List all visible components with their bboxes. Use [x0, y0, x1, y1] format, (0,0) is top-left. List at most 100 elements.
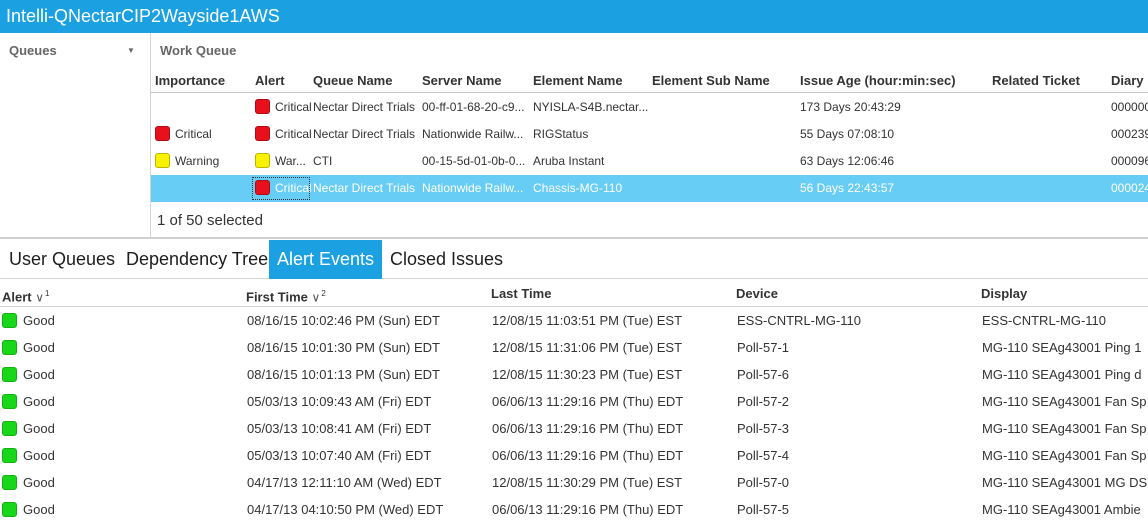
- work-queue-panel: Work Queue Importance Alert Queue Name S…: [151, 33, 1148, 237]
- alert-cell: Good: [2, 361, 242, 388]
- alert-cell: Critical: [255, 94, 313, 121]
- col-device[interactable]: Device: [736, 280, 778, 307]
- sort-chevron-icon: ∨: [311, 290, 321, 305]
- server-name-cell: Nationwide Railw...: [422, 181, 524, 195]
- list-item[interactable]: Good 05/03/13 10:09:43 AM (Fri) EDT 06/06/…: [0, 388, 1148, 415]
- focus-rectangle: [252, 177, 310, 200]
- issue-age-cell: 173 Days 20:43:29: [800, 100, 901, 114]
- tab-dependency-tree[interactable]: Dependency Tree: [118, 240, 269, 279]
- device-cell: Poll-57-5: [737, 502, 790, 517]
- table-row[interactable]: Critical Nectar Direct Trials Nationwide R…: [151, 175, 1148, 202]
- alert-text: Good: [23, 313, 55, 328]
- display-cell: MG-110 SEAg43001 Fan Sp: [982, 394, 1147, 409]
- critical-status-icon: [255, 99, 270, 114]
- alert-text: Critical: [275, 100, 312, 114]
- col-queue-name[interactable]: Queue Name: [313, 69, 392, 93]
- importance-cell: Critical: [155, 121, 251, 148]
- col-importance[interactable]: Importance: [155, 69, 225, 93]
- col-issue-age[interactable]: Issue Age (hour:min:sec): [800, 69, 956, 93]
- device-cell: Poll-57-6: [737, 367, 790, 382]
- last-time-cell: 12/08/15 11:30:23 PM (Tue) EST: [492, 367, 683, 382]
- alert-text: Good: [23, 421, 55, 436]
- list-item[interactable]: Good 08/16/15 10:01:30 PM (Sun) EDT 12/08/…: [0, 334, 1148, 361]
- issue-age-cell: 63 Days 12:06:46: [800, 154, 895, 168]
- good-status-icon: [2, 421, 17, 436]
- queue-name-cell: CTI: [313, 154, 333, 168]
- tab-user-queues[interactable]: User Queues: [0, 240, 120, 279]
- display-cell: ESS-CNTRL-MG-110: [982, 313, 1107, 328]
- list-item[interactable]: Good 04/17/13 12:11:10 AM (Wed) EDT 12/08/…: [0, 469, 1148, 496]
- alert-cell: Good: [2, 388, 242, 415]
- last-time-cell: 06/06/13 11:29:16 PM (Thu) EDT: [492, 448, 684, 463]
- alert-text: Good: [23, 448, 55, 463]
- alert-events-header: Alert ∨1 First Time ∨2 Last Time Device …: [0, 280, 1148, 307]
- col-related-ticket[interactable]: Related Ticket: [992, 69, 1080, 93]
- critical-status-icon: [155, 126, 170, 141]
- good-status-icon: [2, 475, 17, 490]
- col-alert[interactable]: Alert: [255, 69, 285, 93]
- diary-cell: 000239: [1111, 127, 1148, 141]
- first-time-cell: 08/16/15 10:02:46 PM (Sun) EDT: [247, 313, 440, 328]
- window-title: Intelli-QNectarCIP2Wayside1AWS: [0, 0, 1148, 33]
- good-status-icon: [2, 502, 17, 517]
- server-name-cell: 00-ff-01-68-20-c9...: [422, 100, 525, 114]
- queues-label: Queues: [9, 43, 57, 58]
- display-cell: MG-110 SEAg43001 MG DS: [982, 475, 1148, 490]
- alert-cell: Good: [2, 415, 242, 442]
- tab-closed-issues[interactable]: Closed Issues: [382, 240, 512, 279]
- col-server-name[interactable]: Server Name: [422, 69, 502, 93]
- tab-alert-events[interactable]: Alert Events: [269, 240, 382, 279]
- device-cell: Poll-57-1: [737, 340, 790, 355]
- selection-count: 1 of 50 selected: [157, 212, 263, 229]
- col-diary[interactable]: Diary: [1111, 69, 1144, 93]
- good-status-icon: [2, 313, 17, 328]
- caret-down-icon[interactable]: ▼: [127, 33, 135, 69]
- table-row[interactable]: Warning War... CTI 00-15-5d-01-0b-0... Aruba…: [151, 148, 1148, 175]
- issue-age-cell: 55 Days 07:08:10: [800, 127, 895, 141]
- col-display[interactable]: Display: [981, 280, 1027, 307]
- device-cell: Poll-57-0: [737, 475, 790, 490]
- first-time-cell: 04/17/13 12:11:10 AM (Wed) EDT: [247, 475, 442, 490]
- alert-cell: Good: [2, 307, 242, 334]
- list-item[interactable]: Good 08/16/15 10:01:13 PM (Sun) EDT 12/08/…: [0, 361, 1148, 388]
- queue-name-cell: Nectar Direct Trials: [313, 100, 416, 114]
- element-name-cell: Aruba Instant: [533, 154, 605, 168]
- list-item[interactable]: Good 05/03/13 10:07:40 AM (Fri) EDT 06/06/…: [0, 442, 1148, 469]
- last-time-cell: 12/08/15 11:03:51 PM (Tue) EST: [492, 313, 683, 328]
- queues-dropdown[interactable]: Queues ▼: [0, 33, 150, 69]
- first-time-cell: 05/03/13 10:09:43 AM (Fri) EDT: [247, 394, 432, 409]
- device-cell: ESS-CNTRL-MG-110: [737, 313, 862, 328]
- device-cell: Poll-57-3: [737, 421, 790, 436]
- table-row[interactable]: Critical Critical Nectar Direct Trials Nati…: [151, 121, 1148, 148]
- alert-text: Good: [23, 367, 55, 382]
- alert-events-rows: Good 08/16/15 10:02:46 PM (Sun) EDT 12/08/…: [0, 307, 1148, 523]
- alert-cell: War...: [255, 148, 313, 175]
- element-name-cell: Chassis-MG-110: [533, 181, 623, 195]
- display-cell: MG-110 SEAg43001 Ping d: [982, 367, 1142, 382]
- warning-status-icon: [155, 153, 170, 168]
- alert-cell: Good: [2, 442, 242, 469]
- col-element-sub-name[interactable]: Element Sub Name: [652, 69, 770, 93]
- alert-text: Good: [23, 394, 55, 409]
- importance-cell: Warning: [155, 148, 251, 175]
- col-last-time[interactable]: Last Time: [491, 280, 551, 307]
- display-cell: MG-110 SEAg43001 Fan Sp: [982, 448, 1147, 463]
- display-cell: MG-110 SEAg43001 Ping 1: [982, 340, 1142, 355]
- first-time-cell: 05/03/13 10:07:40 AM (Fri) EDT: [247, 448, 432, 463]
- importance-text: Warning: [175, 154, 220, 168]
- last-time-cell: 06/06/13 11:29:16 PM (Thu) EDT: [492, 421, 684, 436]
- device-cell: Poll-57-4: [737, 448, 790, 463]
- display-cell: MG-110 SEAg43001 Fan Sp: [982, 421, 1147, 436]
- last-time-cell: 12/08/15 11:31:06 PM (Tue) EST: [492, 340, 683, 355]
- splitter[interactable]: [0, 237, 1148, 239]
- diary-cell: 000000: [1111, 100, 1148, 114]
- table-row[interactable]: Critical Nectar Direct Trials 00-ff-01-68-…: [151, 94, 1148, 121]
- importance-text: Critical: [175, 127, 212, 141]
- list-item[interactable]: Good 05/03/13 10:08:41 AM (Fri) EDT 06/06/…: [0, 415, 1148, 442]
- list-item[interactable]: Good 04/17/13 04:10:50 PM (Wed) EDT 06/06/…: [0, 496, 1148, 523]
- col-element-name[interactable]: Element Name: [533, 69, 623, 93]
- alert-text: Good: [23, 340, 55, 355]
- queue-name-cell: Nectar Direct Trials: [313, 127, 416, 141]
- server-name-cell: Nationwide Railw...: [422, 127, 524, 141]
- list-item[interactable]: Good 08/16/15 10:02:46 PM (Sun) EDT 12/08/…: [0, 307, 1148, 334]
